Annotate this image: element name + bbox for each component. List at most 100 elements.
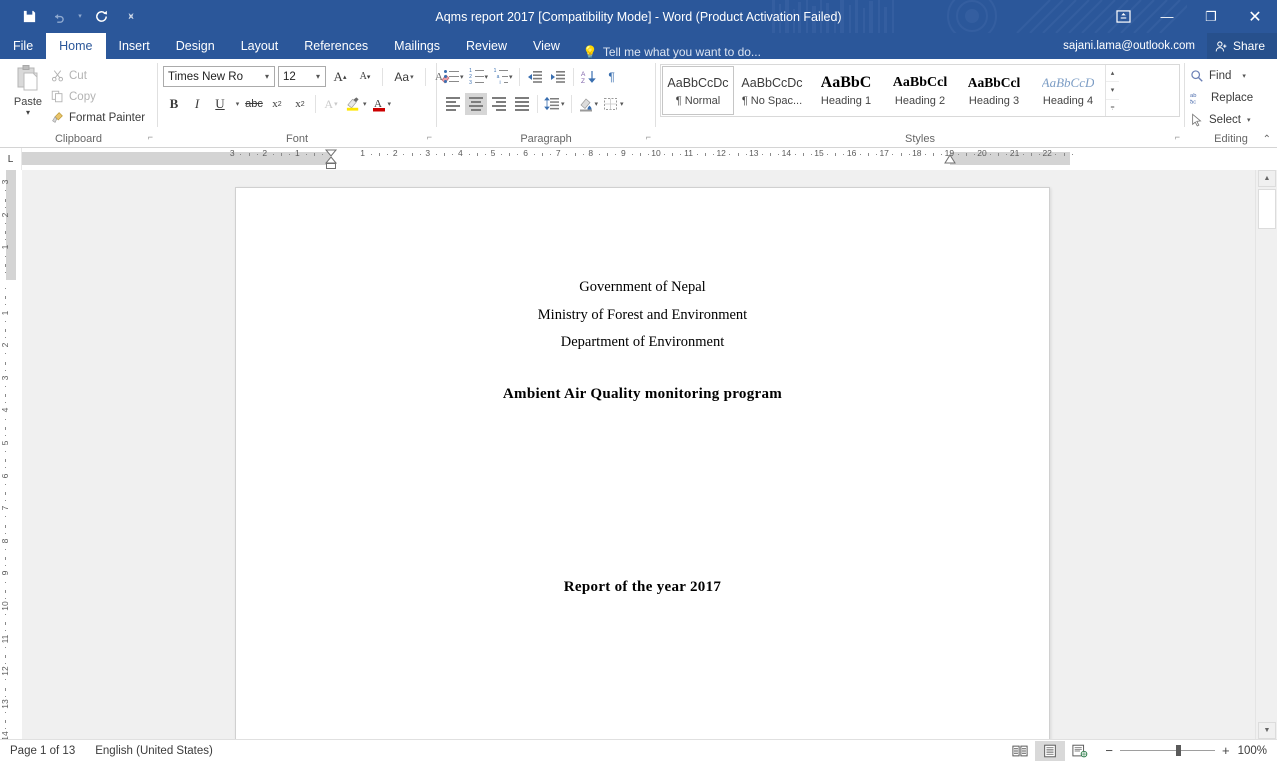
align-center-icon[interactable] <box>465 93 487 115</box>
horizontal-ruler[interactable]: 3 2 1 1 2 3 4 5 6 7 8 9 10 11 12 13 14 15 16 17 18 19 20 21 22 <box>22 148 1277 170</box>
read-mode-icon[interactable] <box>1005 741 1035 761</box>
tell-me-search[interactable]: 💡 Tell me what you want to do... <box>583 45 761 59</box>
decrease-indent-icon[interactable] <box>524 66 546 88</box>
right-indent-marker[interactable] <box>944 154 956 164</box>
chevron-down-icon[interactable]: ▾ <box>262 72 272 81</box>
bullets-icon[interactable]: ▾ <box>442 66 466 88</box>
italic-button[interactable]: I <box>186 93 208 115</box>
text-highlight-color-button[interactable]: ▾ <box>343 93 369 115</box>
find-button[interactable]: Find ▾ <box>1190 65 1253 86</box>
subscript-button[interactable]: x2 <box>266 93 288 115</box>
styles-scroll-up-icon[interactable]: ▴ <box>1106 65 1119 83</box>
line-spacing-icon[interactable]: ▾ <box>542 93 567 115</box>
shrink-font-button[interactable]: A ▾ <box>354 66 376 88</box>
collapse-ribbon-icon[interactable]: ⌃ <box>1263 134 1271 145</box>
styles-scroll-down-icon[interactable]: ▾ <box>1106 82 1119 100</box>
language-indicator[interactable]: English (United States) <box>85 745 223 757</box>
tab-review[interactable]: Review <box>453 33 520 59</box>
increase-indent-icon[interactable] <box>547 66 569 88</box>
select-button[interactable]: Select ▾ <box>1190 109 1253 130</box>
copy-button[interactable]: Copy <box>51 87 145 106</box>
style-normal[interactable]: AaBbCcDc ¶ Normal <box>662 66 734 115</box>
paste-button[interactable]: Paste ▾ <box>5 63 51 117</box>
align-left-icon[interactable] <box>442 93 464 115</box>
scrollbar-thumb[interactable] <box>1258 189 1276 229</box>
scroll-down-icon[interactable]: ▼ <box>1258 722 1276 739</box>
superscript-button[interactable]: x2 <box>289 93 311 115</box>
web-layout-icon[interactable] <box>1065 741 1095 761</box>
share-button[interactable]: Share <box>1206 33 1277 59</box>
vertical-ruler[interactable]: 3 2 1 1 2 3 4 5 6 7 8 9 10 11 12 13 14 <box>0 170 22 739</box>
first-line-indent-marker[interactable] <box>324 149 338 169</box>
vertical-scrollbar[interactable]: ▲ ▼ <box>1255 170 1277 739</box>
align-right-icon[interactable] <box>488 93 510 115</box>
paragraph-dialog-launcher[interactable]: ⌐ <box>646 129 651 145</box>
borders-icon[interactable]: ▾ <box>601 93 626 115</box>
font-size-combo[interactable]: 12 ▾ <box>278 66 326 87</box>
style-heading-3[interactable]: AaBbCcl Heading 3 <box>958 66 1030 115</box>
page-canvas[interactable]: Government of Nepal Ministry of Forest a… <box>22 170 1255 739</box>
style-heading-2[interactable]: AaBbCcl Heading 2 <box>884 66 956 115</box>
strikethrough-button[interactable]: abc <box>243 93 265 115</box>
tab-mailings[interactable]: Mailings <box>381 33 453 59</box>
numbering-icon[interactable]: 1 2 3 ▾ <box>467 66 491 88</box>
customize-quick-access-icon[interactable]: ⩙ <box>116 4 146 30</box>
zoom-out-button[interactable]: − <box>1105 743 1113 758</box>
text-effects-button[interactable]: A ▾ <box>320 93 342 115</box>
change-case-button[interactable]: Aa ▾ <box>389 66 419 88</box>
undo-icon[interactable] <box>44 4 74 30</box>
close-button[interactable]: ✕ <box>1233 0 1277 33</box>
ribbon-display-options-icon[interactable] <box>1101 0 1145 33</box>
zoom-level[interactable]: 100% <box>1238 745 1277 757</box>
style-no-spacing[interactable]: AaBbCcDc ¶ No Spac... <box>736 66 808 115</box>
styles-scroll[interactable]: ▴ ▾ ⩦ <box>1105 65 1119 116</box>
tab-view[interactable]: View <box>520 33 573 59</box>
shading-icon[interactable]: ▾ <box>576 93 601 115</box>
sort-icon[interactable]: AZ <box>578 66 600 88</box>
restore-button[interactable]: ❐ <box>1189 0 1233 33</box>
zoom-slider-thumb[interactable] <box>1175 745 1181 756</box>
select-dropdown-icon[interactable]: ▾ <box>1246 116 1251 124</box>
styles-gallery[interactable]: AaBbCcDc ¶ Normal AaBbCcDc ¶ No Spac... … <box>660 64 1180 117</box>
quick-access-toolbar[interactable]: ▾ ⩙ <box>0 4 146 30</box>
document-page[interactable]: Government of Nepal Ministry of Forest a… <box>235 187 1050 739</box>
tab-layout[interactable]: Layout <box>228 33 292 59</box>
style-heading-4[interactable]: AaBbCcD Heading 4 <box>1032 66 1104 115</box>
styles-dialog-launcher[interactable]: ⌐ <box>1175 129 1180 145</box>
style-heading-1[interactable]: AaBbC Heading 1 <box>810 66 882 115</box>
grow-font-button[interactable]: A ▴ <box>329 66 351 88</box>
underline-button[interactable]: U <box>209 93 231 115</box>
zoom-controls[interactable]: − + <box>1095 743 1237 758</box>
tab-design[interactable]: Design <box>163 33 228 59</box>
styles-more-icon[interactable]: ⩦ <box>1106 100 1119 116</box>
account-email[interactable]: sajani.lama@outlook.com <box>1063 40 1207 52</box>
tab-insert[interactable]: Insert <box>106 33 163 59</box>
replace-button[interactable]: ab ac Replace <box>1190 87 1253 108</box>
cut-button[interactable]: Cut <box>51 66 145 85</box>
multilevel-list-icon[interactable]: 1 a i ▾ <box>491 66 515 88</box>
bold-button[interactable]: B <box>163 93 185 115</box>
paste-dropdown-icon[interactable]: ▾ <box>26 109 30 117</box>
show-formatting-marks-icon[interactable]: ¶ <box>601 66 623 88</box>
undo-dropdown-icon[interactable]: ▾ <box>74 4 86 30</box>
underline-dropdown-icon[interactable]: ▾ <box>232 93 242 115</box>
font-name-combo[interactable]: Times New Ro ▾ <box>163 66 275 87</box>
tab-references[interactable]: References <box>291 33 381 59</box>
zoom-in-button[interactable]: + <box>1222 743 1230 758</box>
zoom-slider[interactable] <box>1119 745 1215 756</box>
justify-icon[interactable] <box>511 93 533 115</box>
chevron-down-icon[interactable]: ▾ <box>313 72 323 81</box>
tab-home[interactable]: Home <box>46 33 106 59</box>
redo-icon[interactable] <box>86 4 116 30</box>
clipboard-dialog-launcher[interactable]: ⌐ <box>148 129 153 145</box>
page-indicator[interactable]: Page 1 of 13 <box>0 745 85 757</box>
minimize-button[interactable]: — <box>1145 0 1189 33</box>
format-painter-button[interactable]: Format Painter <box>51 108 145 127</box>
scroll-up-icon[interactable]: ▲ <box>1258 170 1276 187</box>
tab-file[interactable]: File <box>0 33 46 59</box>
tab-stop-selector[interactable]: L <box>0 148 22 170</box>
save-icon[interactable] <box>14 4 44 30</box>
font-color-button[interactable]: A ▾ <box>370 93 394 115</box>
print-layout-icon[interactable] <box>1035 740 1066 761</box>
find-dropdown-icon[interactable]: ▾ <box>1236 72 1246 80</box>
